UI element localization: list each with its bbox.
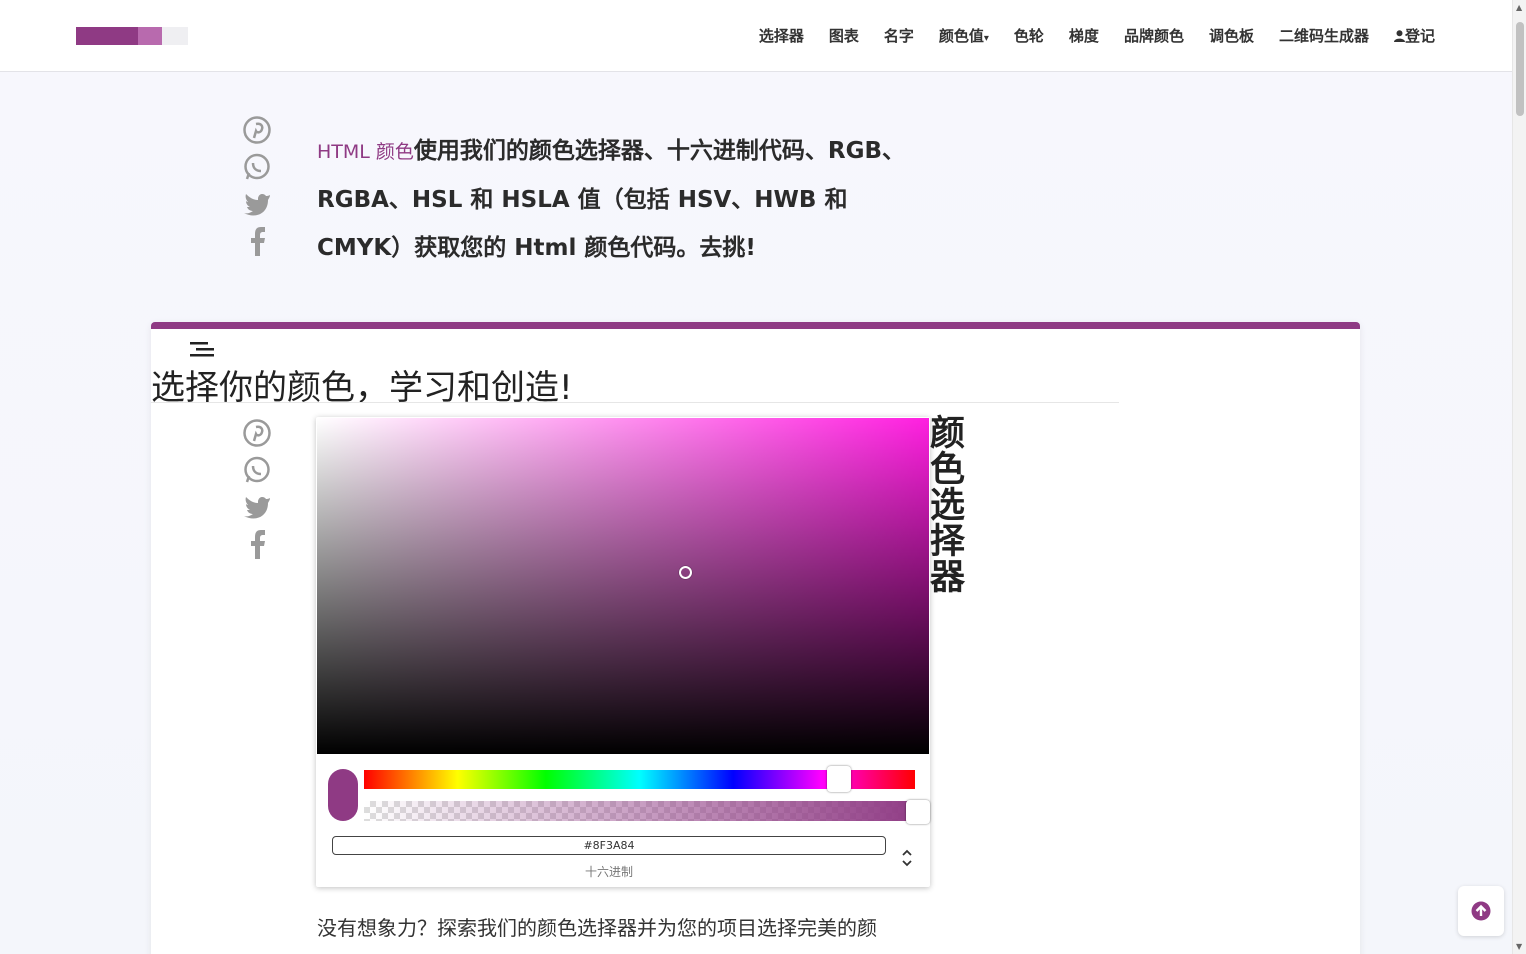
nav-item-names[interactable]: 名字 bbox=[884, 25, 914, 46]
chevron-down-icon: ▾ bbox=[983, 33, 989, 44]
intro-paragraph: HTML 颜色使用我们的颜色选择器、十六进制代码、RGB、RGBA、HSL 和 … bbox=[317, 127, 917, 272]
saturation-value-area[interactable] bbox=[317, 418, 929, 754]
nav-item-brand-colors[interactable]: 品牌颜色 bbox=[1124, 25, 1184, 46]
main-nav: 选择器 图表 名字 颜色值▾ 色轮 梯度 品牌颜色 调色板 二维码生成器 登记 bbox=[734, 25, 1435, 46]
current-color-swatch bbox=[328, 769, 358, 821]
facebook-icon[interactable] bbox=[243, 530, 271, 559]
scroll-down-arrow[interactable]: ▼ bbox=[1516, 942, 1522, 951]
nav-item-gradient[interactable]: 梯度 bbox=[1069, 25, 1099, 46]
alpha-slider[interactable] bbox=[364, 800, 930, 824]
nav-item-color-values[interactable]: 颜色值▾ bbox=[939, 25, 989, 46]
pinterest-icon[interactable] bbox=[243, 116, 271, 144]
social-share-card bbox=[242, 419, 272, 567]
user-icon bbox=[1393, 27, 1405, 45]
top-navbar: 选择器 图表 名字 颜色值▾ 色轮 梯度 品牌颜色 调色板 二维码生成器 登记 bbox=[0, 0, 1512, 72]
heading-char: 器 bbox=[930, 558, 966, 598]
alpha-slider-handle[interactable] bbox=[906, 800, 930, 824]
nav-item-register[interactable]: 登记 bbox=[1393, 25, 1435, 46]
title-divider bbox=[151, 402, 1119, 403]
chevron-up-down-icon bbox=[902, 849, 912, 867]
hex-input[interactable]: #8F3A84 bbox=[332, 836, 886, 855]
logo-segment-light bbox=[162, 27, 188, 45]
intro-accent[interactable]: HTML 颜色 bbox=[317, 141, 414, 163]
hue-slider[interactable] bbox=[364, 766, 915, 792]
nav-item-palettes[interactable]: 调色板 bbox=[1209, 25, 1254, 46]
social-share-top bbox=[242, 116, 272, 264]
back-to-top-button[interactable] bbox=[1458, 886, 1504, 936]
site-logo[interactable] bbox=[76, 27, 188, 45]
arrow-up-circle-icon bbox=[1471, 901, 1491, 921]
format-toggle-button[interactable] bbox=[902, 849, 912, 868]
scrollbar-thumb[interactable] bbox=[1516, 22, 1524, 116]
hex-format-label: 十六进制 bbox=[584, 865, 633, 879]
twitter-icon[interactable] bbox=[243, 493, 271, 521]
heading-char: 色 bbox=[930, 450, 966, 490]
heading-char: 颜 bbox=[930, 414, 966, 454]
heading-char: 选 bbox=[930, 486, 966, 526]
facebook-icon[interactable] bbox=[243, 227, 271, 256]
saturation-cursor[interactable] bbox=[679, 566, 692, 579]
nav-item-register-label: 登记 bbox=[1404, 27, 1435, 45]
whatsapp-icon[interactable] bbox=[243, 456, 271, 484]
nav-item-qr-generator[interactable]: 二维码生成器 bbox=[1279, 25, 1369, 46]
logo-segment-dark bbox=[76, 27, 138, 45]
page-scrollbar[interactable]: ▲ ▼ bbox=[1512, 0, 1526, 954]
color-picker: #8F3A84 十六进制 bbox=[316, 417, 930, 887]
whatsapp-icon[interactable] bbox=[243, 153, 271, 181]
nav-item-color-wheel[interactable]: 色轮 bbox=[1014, 25, 1044, 46]
color-picker-heading: 颜 色 选 择 器 bbox=[930, 416, 966, 596]
picker-description: 没有想象力？探索我们的颜色选择器并为您的项目选择完美的颜 bbox=[317, 916, 877, 940]
nav-item-picker[interactable]: 选择器 bbox=[759, 25, 804, 46]
logo-segment-mid bbox=[138, 27, 162, 45]
twitter-icon[interactable] bbox=[243, 190, 271, 218]
table-of-contents-icon[interactable] bbox=[190, 341, 214, 357]
scroll-up-arrow[interactable]: ▲ bbox=[1516, 3, 1522, 12]
pinterest-icon[interactable] bbox=[243, 419, 271, 447]
nav-item-charts[interactable]: 图表 bbox=[829, 25, 859, 46]
nav-item-color-values-label: 颜色值 bbox=[938, 27, 984, 45]
heading-char: 择 bbox=[930, 522, 966, 562]
hue-slider-handle[interactable] bbox=[827, 766, 851, 792]
